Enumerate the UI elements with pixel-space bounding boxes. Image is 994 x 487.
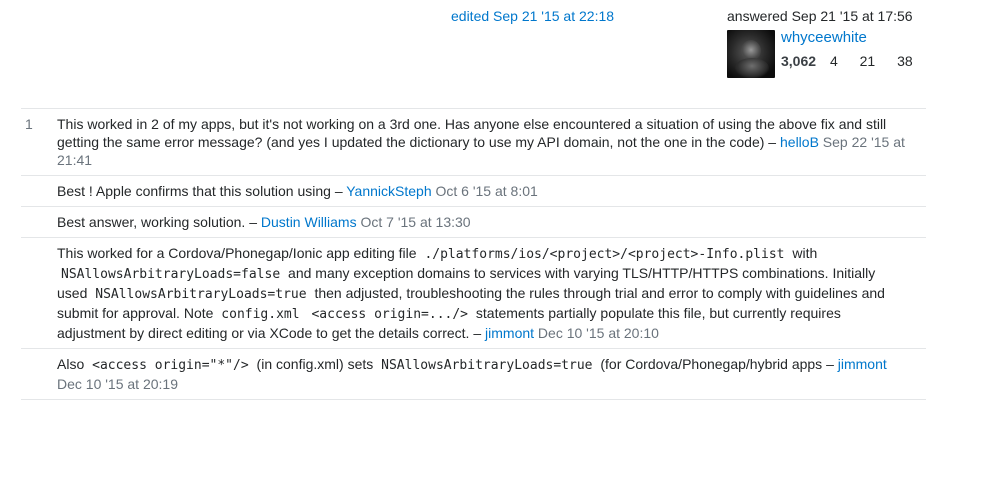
comment-body: Also <access origin="*"/> (in config.xml… [57, 355, 926, 393]
comment-user-link[interactable]: jimmont [838, 356, 887, 372]
comment-user-link[interactable]: helloB [780, 134, 819, 150]
comment-separator: – [469, 325, 486, 341]
comment-date[interactable]: Dec 10 '15 at 20:19 [57, 376, 178, 392]
user-signature: answered Sep 21 '15 at 17:56 whyceewhite… [727, 8, 967, 78]
inline-code: <access origin="*"/> [92, 358, 249, 373]
comment-text: (for Cordova/Phonegap/hybrid apps [596, 356, 823, 372]
comment-separator: – [330, 183, 347, 199]
comment-body: Best answer, working solution. – Dustin … [57, 213, 926, 231]
answer-footer: edited Sep 21 '15 at 22:18 answered Sep … [0, 0, 994, 487]
inline-code: NSAllowsArbitraryLoads=false [61, 267, 281, 282]
comment-body: This worked for a Cordova/Phonegap/Ionic… [57, 244, 926, 342]
comment-text: This worked for a Cordova/Phonegap/Ionic… [57, 245, 421, 261]
comment-score [21, 213, 57, 231]
user-stats: 3,062 4 21 38 [781, 53, 931, 69]
comment-text: Also [57, 356, 89, 372]
comment-list: 1 This worked in 2 of my apps, but it's … [21, 108, 926, 400]
user-name-link[interactable]: whyceewhite [781, 29, 931, 47]
comment: Also <access origin="*"/> (in config.xml… [21, 349, 926, 400]
user-details: whyceewhite 3,062 4 21 38 [781, 29, 931, 69]
comment-text: This worked in 2 of my apps, but it's no… [57, 116, 887, 150]
user-card: whyceewhite 3,062 4 21 38 [727, 29, 967, 78]
inline-code: <access origin=.../> [311, 307, 469, 322]
comment-text: (in config.xml) sets [252, 356, 378, 372]
inline-code: ./platforms/ios/<project>/<project>-Info… [424, 247, 785, 262]
comment-text: Best ! Apple confirms that this solution… [57, 183, 331, 199]
comment-date[interactable]: Oct 7 '15 at 13:30 [357, 214, 470, 230]
comment-score [21, 244, 57, 342]
comment-text: Best answer, working solution. [57, 214, 246, 230]
silver-badge-count: 21 [859, 53, 876, 69]
comment-score [21, 355, 57, 393]
comment-date[interactable]: Oct 6 '15 at 8:01 [432, 183, 537, 199]
comment-user-link[interactable]: YannickSteph [346, 183, 431, 199]
bronze-badge-count: 38 [897, 53, 913, 69]
gold-badge-count: 4 [829, 53, 838, 69]
comment-separator: – [764, 134, 780, 150]
comment: 1 This worked in 2 of my apps, but it's … [21, 109, 926, 176]
inline-code: config.xml [221, 307, 300, 322]
comment-score: 1 [25, 116, 33, 132]
edited-link[interactable]: edited Sep 21 '15 at 22:18 [451, 8, 614, 24]
comment-user-link[interactable]: jimmont [485, 325, 534, 341]
comment-user-link[interactable]: Dustin Williams [261, 214, 357, 230]
inline-code: NSAllowsArbitraryLoads=true [381, 358, 593, 373]
comment: Best ! Apple confirms that this solution… [21, 176, 926, 207]
answered-timestamp: answered Sep 21 '15 at 17:56 [727, 8, 913, 24]
inline-code: NSAllowsArbitraryLoads=true [95, 287, 307, 302]
comment-separator: – [822, 356, 838, 372]
comment: This worked for a Cordova/Phonegap/Ionic… [21, 238, 926, 349]
comment-body: This worked in 2 of my apps, but it's no… [57, 115, 926, 169]
comment-body: Best ! Apple confirms that this solution… [57, 182, 926, 200]
comment-text: with [788, 245, 818, 261]
comment-separator: – [245, 214, 261, 230]
comment-score [21, 182, 57, 200]
avatar[interactable] [727, 30, 775, 78]
comment: Best answer, working solution. – Dustin … [21, 207, 926, 238]
comment-date[interactable]: Dec 10 '15 at 20:10 [534, 325, 659, 341]
reputation-score: 3,062 [781, 53, 817, 69]
